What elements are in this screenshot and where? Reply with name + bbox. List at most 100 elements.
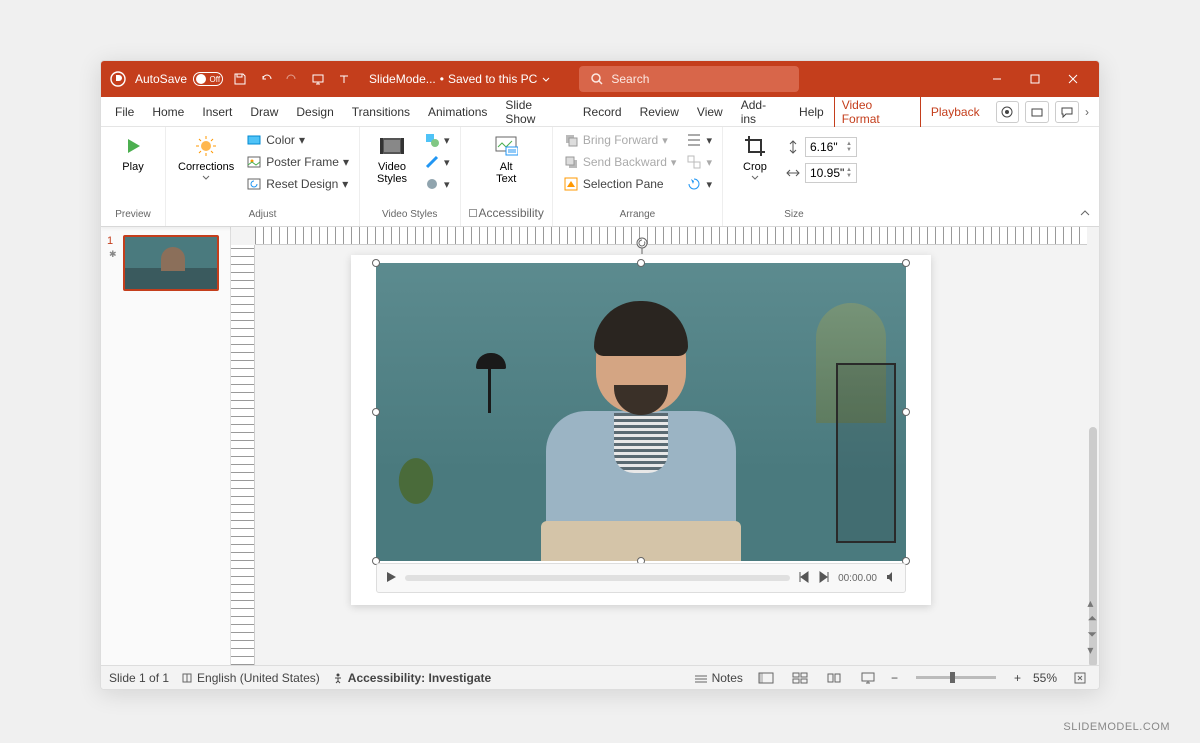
tab-addins[interactable]: Add-ins bbox=[733, 94, 789, 130]
reading-view-icon[interactable] bbox=[823, 669, 845, 687]
camera-button[interactable] bbox=[996, 101, 1020, 123]
corrections-button[interactable]: Corrections bbox=[174, 131, 238, 183]
zoom-level[interactable]: 55% bbox=[1033, 671, 1057, 685]
redo-icon[interactable] bbox=[283, 70, 301, 88]
crop-icon bbox=[743, 133, 767, 159]
video-border-button[interactable]: ▾ bbox=[422, 153, 452, 171]
tab-record[interactable]: Record bbox=[575, 101, 630, 123]
selection-pane-button[interactable]: Selection Pane bbox=[561, 175, 679, 193]
prev-slide-icon[interactable]: ▴ bbox=[1087, 596, 1097, 610]
tab-file[interactable]: File bbox=[107, 101, 142, 123]
tab-slideshow[interactable]: Slide Show bbox=[497, 94, 573, 130]
tab-draw[interactable]: Draw bbox=[242, 101, 286, 123]
video-play-icon[interactable] bbox=[385, 571, 397, 586]
group-video-styles: Video Styles ▾ ▾ ▾ Video Styles bbox=[360, 127, 461, 226]
accessibility-status[interactable]: Accessibility: Investigate bbox=[332, 671, 491, 685]
next-slide-icon[interactable]: ▾ bbox=[1087, 643, 1097, 657]
poster-frame-button[interactable]: Poster Frame ▾ bbox=[244, 153, 351, 171]
resize-handle[interactable] bbox=[902, 259, 910, 267]
play-icon bbox=[122, 133, 144, 159]
slide-thumbnails[interactable]: 1 ✱ bbox=[101, 227, 231, 665]
group-button[interactable]: ▾ bbox=[684, 153, 714, 171]
search-box[interactable]: Search bbox=[579, 66, 799, 92]
fit-window-icon[interactable] bbox=[1069, 669, 1091, 687]
alt-text-icon bbox=[494, 133, 518, 159]
width-icon bbox=[785, 165, 801, 181]
tab-playback[interactable]: Playback bbox=[923, 101, 988, 123]
resize-handle[interactable] bbox=[372, 408, 380, 416]
maximize-button[interactable] bbox=[1017, 64, 1053, 94]
height-input[interactable]: 6.16"▲▼ bbox=[805, 137, 857, 157]
tab-video-format[interactable]: Video Format bbox=[834, 94, 921, 130]
alt-text-button[interactable]: Alt Text bbox=[482, 131, 530, 187]
coming-soon-button[interactable] bbox=[1025, 101, 1049, 123]
color-button[interactable]: Color ▾ bbox=[244, 131, 351, 149]
video-seek-track[interactable] bbox=[405, 575, 790, 581]
autosave-label: AutoSave bbox=[135, 72, 187, 86]
video-styles-button[interactable]: Video Styles bbox=[368, 131, 416, 187]
tab-view[interactable]: View bbox=[689, 101, 731, 123]
minimize-button[interactable] bbox=[979, 64, 1015, 94]
collapse-ribbon-icon[interactable] bbox=[1079, 207, 1091, 222]
resize-handle[interactable] bbox=[637, 259, 645, 267]
video-shape-button[interactable]: ▾ bbox=[422, 131, 452, 149]
document-title[interactable]: SlideMode... • Saved to this PC bbox=[369, 72, 551, 86]
tab-animations[interactable]: Animations bbox=[420, 101, 495, 123]
reset-design-button[interactable]: Reset Design ▾ bbox=[244, 175, 351, 193]
tab-insert[interactable]: Insert bbox=[194, 101, 240, 123]
volume-icon[interactable] bbox=[885, 571, 897, 586]
language-indicator[interactable]: English (United States) bbox=[181, 671, 320, 685]
resize-handle[interactable] bbox=[902, 408, 910, 416]
tab-help[interactable]: Help bbox=[791, 101, 832, 123]
autosave-toggle[interactable]: AutoSave Off bbox=[135, 72, 223, 86]
group-preview: Play Preview bbox=[101, 127, 166, 226]
star-icon: ✱ bbox=[109, 249, 117, 260]
sorter-view-icon[interactable] bbox=[789, 669, 811, 687]
close-button[interactable] bbox=[1055, 64, 1091, 94]
zoom-in-button[interactable]: + bbox=[1014, 671, 1021, 685]
tab-design[interactable]: Design bbox=[288, 101, 341, 123]
prev-slide-full-icon[interactable]: ⏶ bbox=[1087, 611, 1097, 626]
book-icon bbox=[181, 672, 193, 684]
width-input[interactable]: 10.95"▲▼ bbox=[805, 163, 857, 183]
status-bar: Slide 1 of 1 English (United States) Acc… bbox=[101, 665, 1099, 689]
send-backward-button[interactable]: Send Backward ▾ bbox=[561, 153, 679, 171]
toggle-off-icon[interactable]: Off bbox=[193, 72, 223, 86]
video-object[interactable] bbox=[376, 263, 906, 561]
slideshow-view-icon[interactable] bbox=[857, 669, 879, 687]
title-bar: AutoSave Off SlideMode... • Saved to thi… bbox=[101, 61, 1099, 97]
align-button[interactable]: ▾ bbox=[684, 131, 714, 149]
tab-review[interactable]: Review bbox=[632, 101, 687, 123]
notes-button[interactable]: Notes bbox=[694, 671, 743, 685]
tab-transitions[interactable]: Transitions bbox=[344, 101, 418, 123]
group-size: Crop 6.16"▲▼ 10.95"▲▼ Size bbox=[723, 127, 865, 226]
normal-view-icon[interactable] bbox=[755, 669, 777, 687]
crop-button[interactable]: Crop bbox=[731, 131, 779, 183]
slide[interactable]: 00:00.00 bbox=[351, 255, 931, 605]
play-button[interactable]: Play bbox=[109, 131, 157, 175]
undo-icon[interactable] bbox=[257, 70, 275, 88]
slide-canvas[interactable]: 00:00.00 ▴ ⏶ ⏷ ▾ bbox=[231, 227, 1099, 665]
tab-home[interactable]: Home bbox=[144, 101, 192, 123]
comments-button[interactable] bbox=[1055, 101, 1079, 123]
next-slide-full-icon[interactable]: ⏷ bbox=[1087, 627, 1097, 642]
video-effects-button[interactable]: ▾ bbox=[422, 175, 452, 193]
step-back-icon[interactable] bbox=[798, 571, 810, 586]
slide-counter[interactable]: Slide 1 of 1 bbox=[109, 671, 169, 685]
group-adjust: Corrections Color ▾ Poster Frame ▾ Reset… bbox=[166, 127, 360, 226]
customize-qat-icon[interactable] bbox=[335, 70, 353, 88]
zoom-out-button[interactable]: − bbox=[891, 671, 898, 685]
present-icon[interactable] bbox=[309, 70, 327, 88]
step-forward-icon[interactable] bbox=[818, 571, 830, 586]
bring-forward-button[interactable]: Bring Forward ▾ bbox=[561, 131, 679, 149]
zoom-slider[interactable] bbox=[916, 676, 996, 679]
save-icon[interactable] bbox=[231, 70, 249, 88]
ribbon-overflow-icon[interactable]: › bbox=[1081, 105, 1093, 119]
thumbnail-1[interactable]: 1 ✱ bbox=[109, 235, 222, 291]
video-time: 00:00.00 bbox=[838, 573, 877, 584]
resize-handle[interactable] bbox=[372, 259, 380, 267]
video-still bbox=[376, 263, 906, 561]
rotate-handle-icon[interactable] bbox=[634, 237, 650, 257]
rotate-button[interactable]: ▾ bbox=[684, 175, 714, 193]
slide-nav-buttons[interactable]: ▴ ⏶ ⏷ ▾ bbox=[1087, 596, 1097, 657]
